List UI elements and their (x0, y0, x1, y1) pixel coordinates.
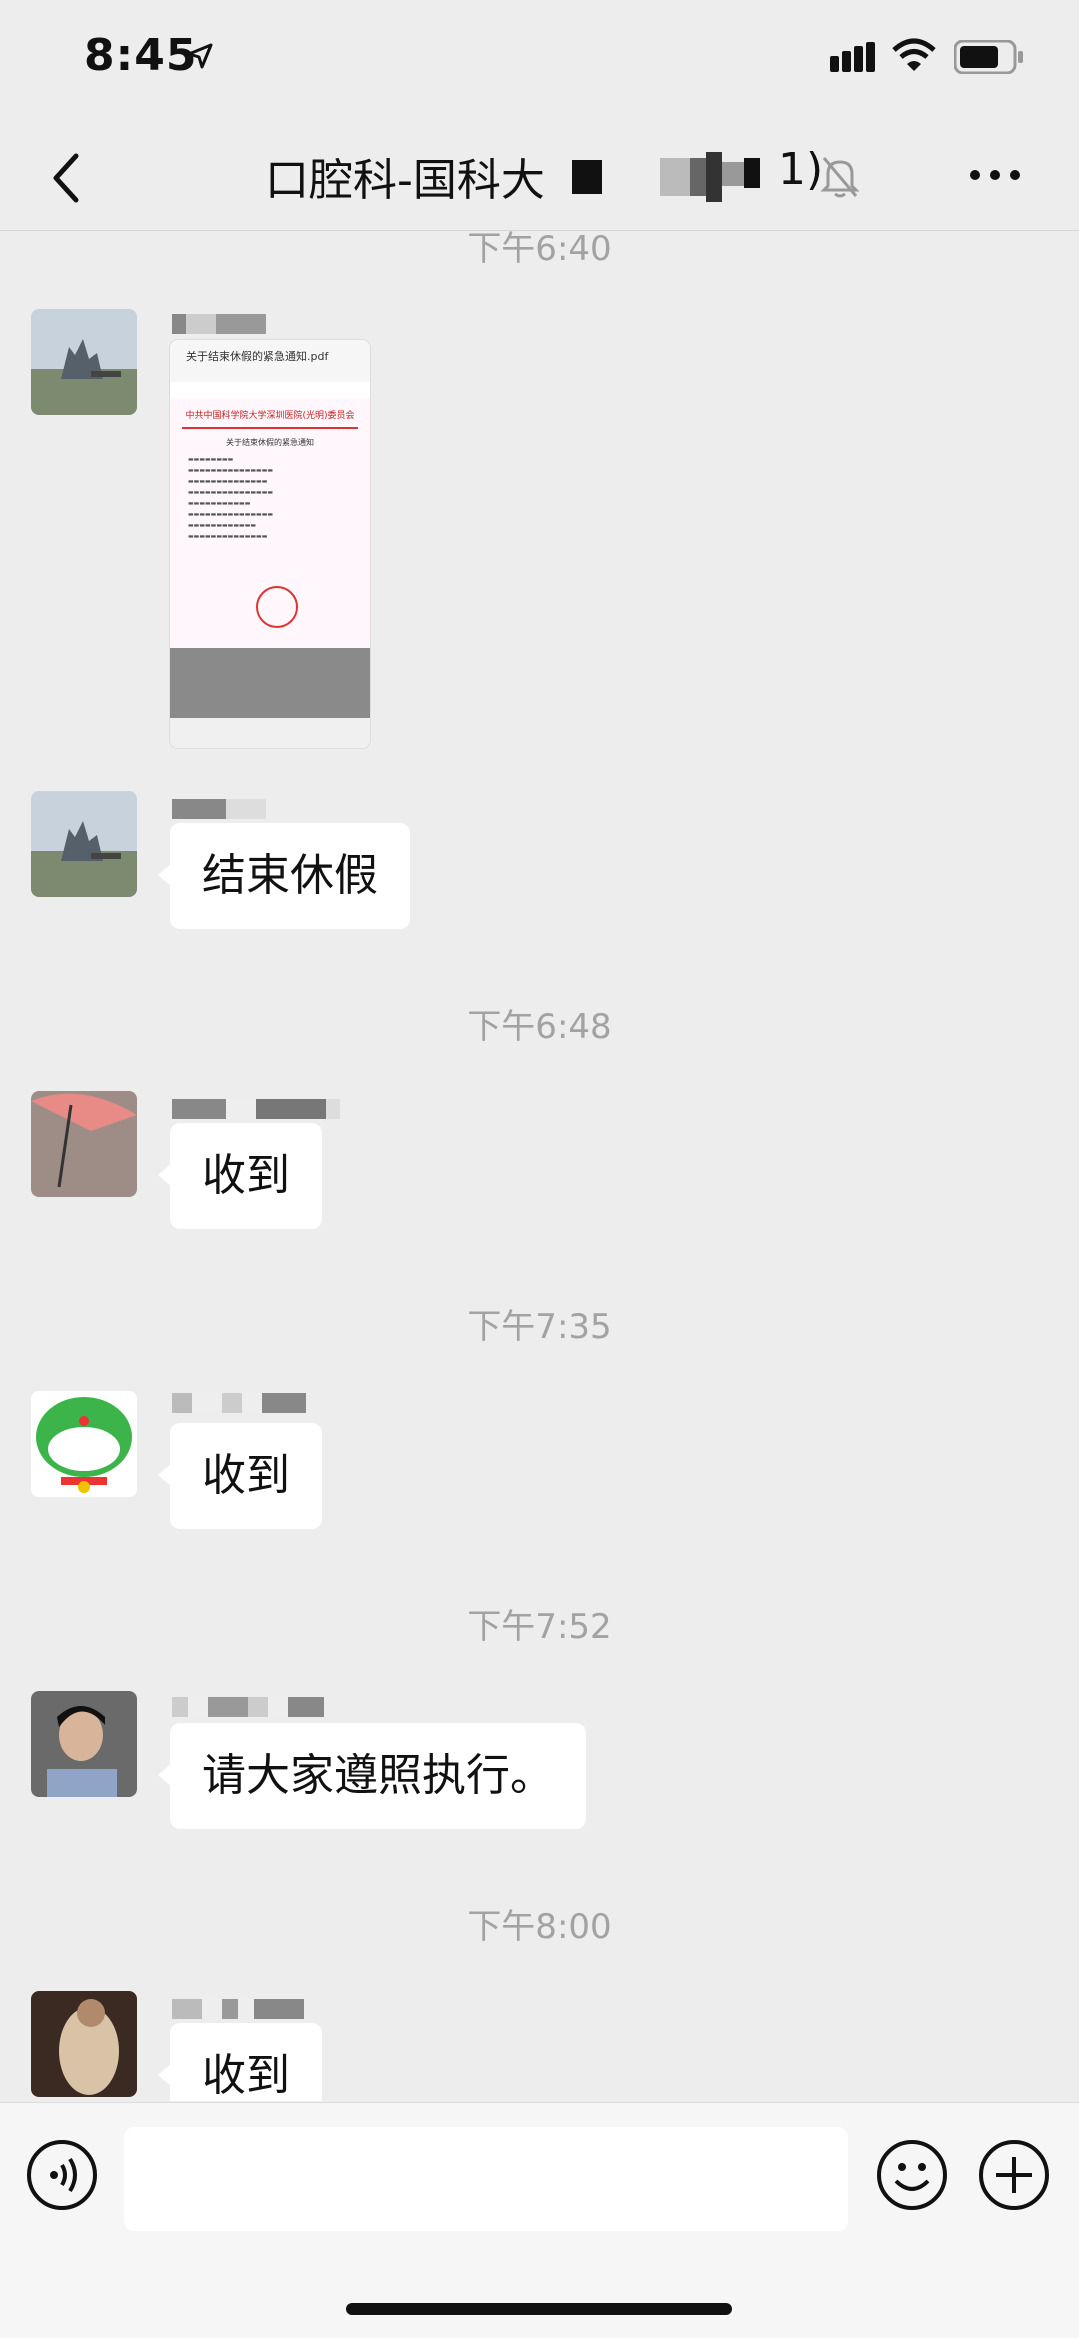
message-input[interactable] (124, 2127, 848, 2231)
seal-icon (256, 586, 298, 628)
message-bubble[interactable]: 收到 (158, 1423, 322, 1529)
avatar[interactable] (31, 1391, 137, 1497)
location-arrow-icon (187, 43, 213, 69)
back-chevron-icon[interactable] (46, 148, 86, 208)
file-name: 关于结束休假的紧急通知.pdf (186, 350, 329, 363)
message-list[interactable]: 下午6:40 关于结束休假的紧急通知.pdf 中共中国科学院大学深圳医院(光明)… (0, 231, 1079, 2101)
status-bar: 8:45 (0, 0, 1079, 120)
sender-name-redacted (172, 1999, 304, 2019)
timestamp: 下午8:00 (467, 1907, 612, 1947)
sender-name-redacted (172, 799, 266, 819)
redacted-title-mosaic (572, 152, 760, 202)
wifi-icon (892, 38, 936, 71)
message-bubble[interactable]: 请大家遵照执行。 (158, 1723, 586, 1829)
file-preview[interactable]: 关于结束休假的紧急通知.pdf 中共中国科学院大学深圳医院(光明)委员会 关于结… (170, 340, 370, 748)
message-bubble[interactable]: 结束休假 (158, 823, 410, 929)
home-indicator[interactable] (346, 2303, 732, 2315)
signal-icon (830, 42, 875, 72)
chat-title: 口腔科-国科大 (265, 155, 545, 206)
avatar[interactable] (31, 791, 137, 897)
chat-header: 口腔科-国科大 1) (0, 120, 1079, 231)
more-icon[interactable] (968, 168, 1022, 182)
sender-name-redacted (172, 314, 266, 334)
sender-name-redacted (172, 1099, 340, 1119)
sender-name-redacted (172, 1393, 306, 1413)
chat-title-suffix: 1) (778, 144, 824, 195)
message-bubble[interactable]: 收到 (158, 1123, 322, 1229)
file-org: 中共中国科学院大学深圳医院(光明)委员会 (185, 411, 355, 421)
status-time: 8:45 (84, 30, 198, 81)
avatar[interactable] (31, 1091, 137, 1197)
avatar[interactable] (31, 309, 137, 415)
battery-icon (954, 40, 1023, 74)
avatar[interactable] (31, 1991, 137, 2097)
mute-bell-icon (820, 157, 860, 198)
voice-icon[interactable] (26, 2139, 98, 2211)
avatar[interactable] (31, 1691, 137, 1797)
timestamp: 下午7:35 (467, 1307, 612, 1347)
timestamp: 下午6:40 (467, 231, 612, 269)
timestamp: 下午7:52 (467, 1607, 612, 1647)
plus-icon[interactable] (978, 2139, 1050, 2211)
input-bar (0, 2102, 1079, 2338)
message-bubble[interactable]: 收到 (158, 2023, 322, 2101)
file-heading: 关于结束休假的紧急通知 (226, 438, 314, 447)
timestamp: 下午6:48 (467, 1007, 612, 1047)
sender-name-redacted (172, 1697, 324, 1717)
emoji-icon[interactable] (876, 2139, 948, 2211)
